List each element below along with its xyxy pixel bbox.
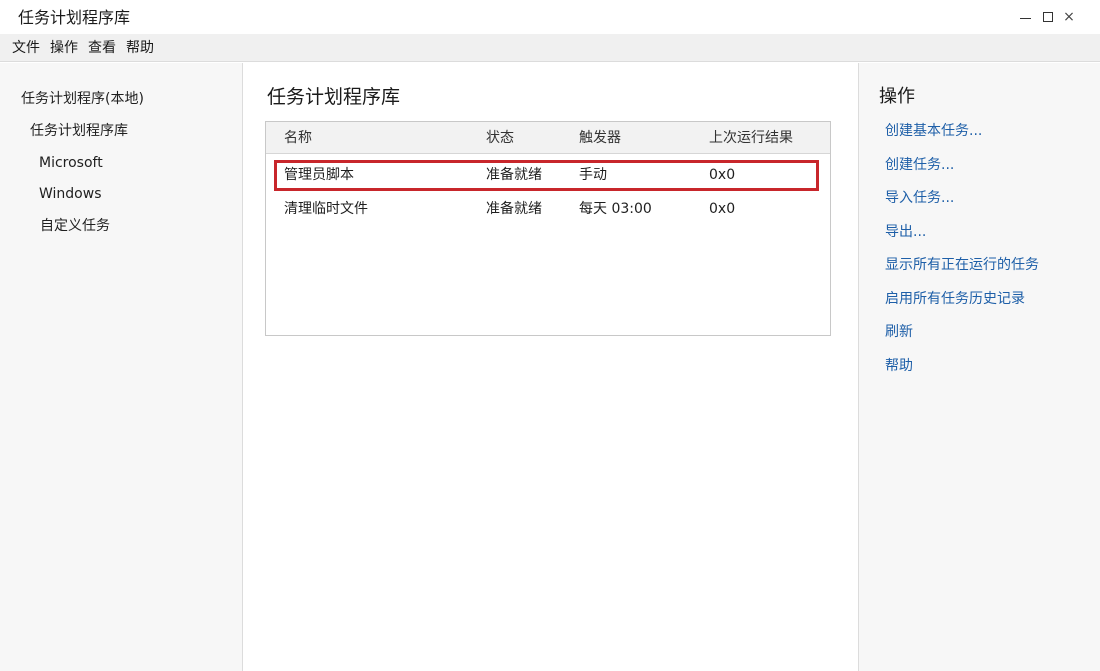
maximize-icon bbox=[1043, 12, 1053, 22]
action-export[interactable]: 导出... bbox=[885, 222, 926, 242]
menu-file[interactable]: 文件 bbox=[7, 34, 45, 62]
close-icon: × bbox=[1063, 9, 1075, 25]
title-bar: 任务计划程序库 × bbox=[0, 0, 1100, 34]
cell-status: 准备就绪 bbox=[486, 201, 542, 217]
close-button[interactable]: × bbox=[1057, 6, 1081, 28]
tree-item-library[interactable]: 任务计划程序库 bbox=[30, 121, 128, 141]
minimize-icon bbox=[1019, 18, 1031, 19]
window-title: 任务计划程序库 bbox=[18, 8, 131, 27]
cell-status: 准备就绪 bbox=[486, 167, 542, 183]
tree-item-microsoft[interactable]: Microsoft bbox=[39, 153, 103, 173]
cell-trigger: 每天 03:00 bbox=[579, 201, 652, 217]
tree-item-custom-tasks[interactable]: 自定义任务 bbox=[40, 216, 110, 236]
column-header-status[interactable]: 状态 bbox=[486, 128, 514, 148]
tree-item-local[interactable]: 任务计划程序(本地) bbox=[21, 89, 144, 109]
menu-action[interactable]: 操作 bbox=[45, 34, 83, 62]
cell-name: 清理临时文件 bbox=[284, 201, 368, 217]
action-show-running-tasks[interactable]: 显示所有正在运行的任务 bbox=[885, 255, 1039, 275]
task-list-pane: 任务计划程序库 名称 状态 触发器 上次运行结果 管理员脚本 准备就绪 手动 0… bbox=[244, 63, 858, 671]
cell-name: 管理员脚本 bbox=[284, 167, 354, 183]
cell-trigger: 手动 bbox=[579, 167, 607, 183]
tree-item-windows[interactable]: Windows bbox=[39, 184, 102, 204]
action-refresh[interactable]: 刷新 bbox=[885, 322, 913, 342]
task-scheduler-window: 任务计划程序库 × 文件 操作 查看 帮助 任务计划程序(本地) 任务计划程序库… bbox=[0, 0, 1100, 671]
navigation-tree: 任务计划程序(本地) 任务计划程序库 Microsoft Windows 自定义… bbox=[0, 63, 243, 671]
action-create-basic-task[interactable]: 创建基本任务... bbox=[885, 121, 982, 141]
actions-pane: 操作 创建基本任务... 创建任务... 导入任务... 导出... 显示所有正… bbox=[858, 63, 1100, 671]
action-create-task[interactable]: 创建任务... bbox=[885, 155, 954, 175]
column-header-name[interactable]: 名称 bbox=[284, 128, 312, 148]
menu-help[interactable]: 帮助 bbox=[121, 34, 159, 62]
table-row[interactable]: 管理员脚本 准备就绪 手动 0x0 bbox=[266, 158, 830, 192]
table-row[interactable]: 清理临时文件 准备就绪 每天 03:00 0x0 bbox=[266, 192, 830, 226]
pane-title: 任务计划程序库 bbox=[267, 86, 401, 108]
minimize-button[interactable] bbox=[1013, 6, 1037, 28]
menu-view[interactable]: 查看 bbox=[83, 34, 121, 62]
column-header-trigger[interactable]: 触发器 bbox=[579, 128, 621, 148]
cell-last-result: 0x0 bbox=[709, 201, 736, 217]
action-import-task[interactable]: 导入任务... bbox=[885, 188, 954, 208]
action-help[interactable]: 帮助 bbox=[885, 356, 913, 376]
cell-last-result: 0x0 bbox=[709, 167, 736, 183]
menu-bar: 文件 操作 查看 帮助 bbox=[0, 34, 1100, 62]
column-header-last-result[interactable]: 上次运行结果 bbox=[709, 128, 793, 148]
task-table: 名称 状态 触发器 上次运行结果 管理员脚本 准备就绪 手动 0x0 清理临时文… bbox=[265, 121, 831, 336]
actions-title: 操作 bbox=[879, 86, 915, 107]
table-header: 名称 状态 触发器 上次运行结果 bbox=[266, 122, 830, 154]
action-enable-history[interactable]: 启用所有任务历史记录 bbox=[885, 289, 1025, 309]
